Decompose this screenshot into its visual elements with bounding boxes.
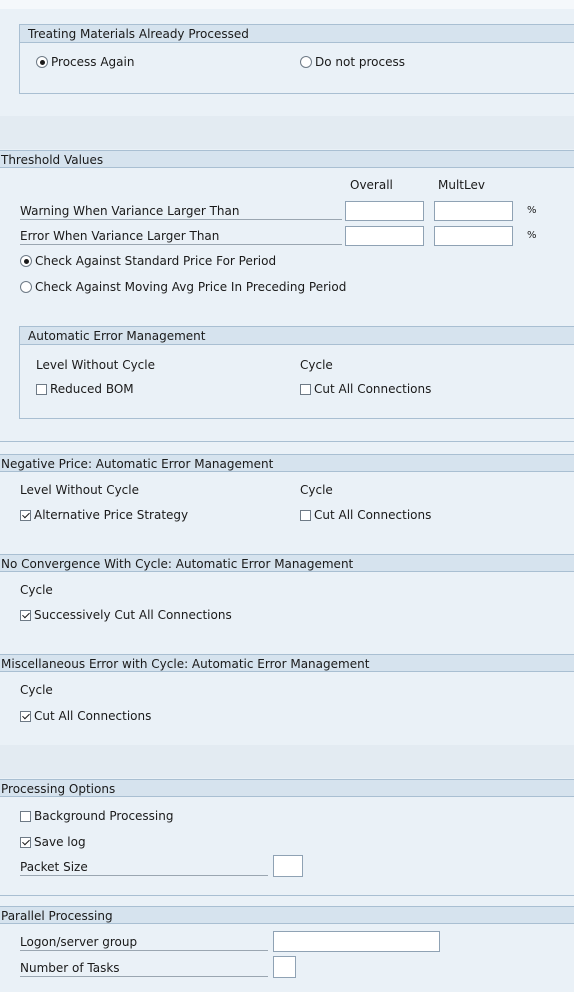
error-overall-input[interactable]: [345, 226, 424, 246]
divider: [0, 441, 574, 442]
number-of-tasks-label: Number of Tasks: [20, 960, 268, 977]
checkbox-indicator: [300, 509, 311, 521]
warning-variance-label: Warning When Variance Larger Than: [20, 203, 342, 220]
standard-price-radio[interactable]: Check Against Standard Price For Period: [20, 253, 276, 269]
negative-price-title: Negative Price: Automatic Error Manageme…: [0, 454, 574, 472]
cut-all-connections-checkbox[interactable]: Cut All Connections: [300, 381, 431, 397]
misc-error-title: Miscellaneous Error with Cycle: Automati…: [0, 654, 574, 672]
level-without-cycle-label: Level Without Cycle: [36, 358, 155, 372]
logon-server-group-label: Logon/server group: [20, 934, 268, 951]
packet-size-input[interactable]: [273, 855, 303, 877]
cycle-label: Cycle: [20, 683, 53, 697]
reduced-bom-checkbox[interactable]: Reduced BOM: [36, 381, 134, 397]
radio-label: Check Against Standard Price For Period: [35, 254, 277, 268]
moving-avg-price-radio[interactable]: Check Against Moving Avg Price In Preced…: [20, 279, 346, 295]
checkbox-label: Reduced BOM: [50, 382, 134, 396]
checkbox-indicator: [20, 509, 31, 521]
no-convergence-title: No Convergence With Cycle: Automatic Err…: [0, 554, 574, 572]
error-percent-unit: %: [527, 230, 537, 241]
automatic-error-title: Automatic Error Management: [20, 327, 574, 345]
cut-all-connections-checkbox[interactable]: Cut All Connections: [300, 507, 431, 523]
checkbox-indicator: [20, 609, 31, 621]
error-multlev-input[interactable]: [434, 226, 513, 246]
checkbox-indicator: [20, 710, 31, 722]
warning-overall-input[interactable]: [345, 201, 424, 221]
automatic-error-group: Automatic Error Management Level Without…: [19, 326, 574, 419]
checkbox-indicator: [36, 383, 47, 395]
save-log-checkbox[interactable]: Save log: [20, 834, 86, 850]
background-processing-checkbox[interactable]: Background Processing: [20, 808, 173, 824]
do-not-process-radio[interactable]: Do not process: [300, 54, 405, 70]
overall-column-header: Overall: [350, 178, 393, 192]
checkbox-indicator: [20, 836, 31, 848]
checkbox-label: Successively Cut All Connections: [34, 608, 232, 622]
logon-server-group-input[interactable]: [273, 931, 440, 952]
cut-all-connections-checkbox[interactable]: Cut All Connections: [20, 708, 151, 724]
radio-label: Do not process: [315, 55, 405, 69]
radio-indicator: [20, 255, 32, 267]
spacer-band: [0, 745, 574, 778]
divider: [0, 895, 574, 896]
spacer-band: [0, 116, 574, 149]
multlev-column-header: MultLev: [438, 178, 485, 192]
checkbox-indicator: [300, 383, 311, 395]
number-of-tasks-input[interactable]: [273, 956, 296, 978]
checkbox-indicator: [20, 810, 31, 822]
radio-indicator: [36, 56, 48, 68]
packet-size-label: Packet Size: [20, 859, 268, 876]
checkbox-label: Background Processing: [34, 809, 174, 823]
checkbox-label: Cut All Connections: [34, 709, 152, 723]
radio-indicator: [20, 281, 32, 293]
threshold-values-title: Threshold Values: [0, 150, 574, 168]
checkbox-label: Save log: [34, 835, 86, 849]
checkbox-label: Alternative Price Strategy: [34, 508, 189, 522]
cycle-label: Cycle: [300, 358, 333, 372]
error-variance-label: Error When Variance Larger Than: [20, 228, 342, 245]
radio-label: Process Again: [51, 55, 135, 69]
checkbox-label: Cut All Connections: [314, 382, 432, 396]
treating-materials-title: Treating Materials Already Processed: [20, 25, 574, 43]
successively-cut-checkbox[interactable]: Successively Cut All Connections: [20, 607, 232, 623]
warning-percent-unit: %: [527, 205, 537, 216]
level-without-cycle-label: Level Without Cycle: [20, 483, 139, 497]
cycle-label: Cycle: [300, 483, 333, 497]
radio-indicator: [300, 56, 312, 68]
radio-label: Check Against Moving Avg Price In Preced…: [35, 280, 347, 294]
top-strip: [0, 0, 574, 9]
cycle-label: Cycle: [20, 583, 53, 597]
treating-materials-group: Treating Materials Already Processed Pro…: [19, 24, 574, 94]
alternative-price-strategy-checkbox[interactable]: Alternative Price Strategy: [20, 507, 188, 523]
processing-options-title: Processing Options: [0, 779, 574, 797]
checkbox-label: Cut All Connections: [314, 508, 432, 522]
warning-multlev-input[interactable]: [434, 201, 513, 221]
process-again-radio[interactable]: Process Again: [36, 54, 134, 70]
parallel-processing-title: Parallel Processing: [0, 906, 574, 924]
